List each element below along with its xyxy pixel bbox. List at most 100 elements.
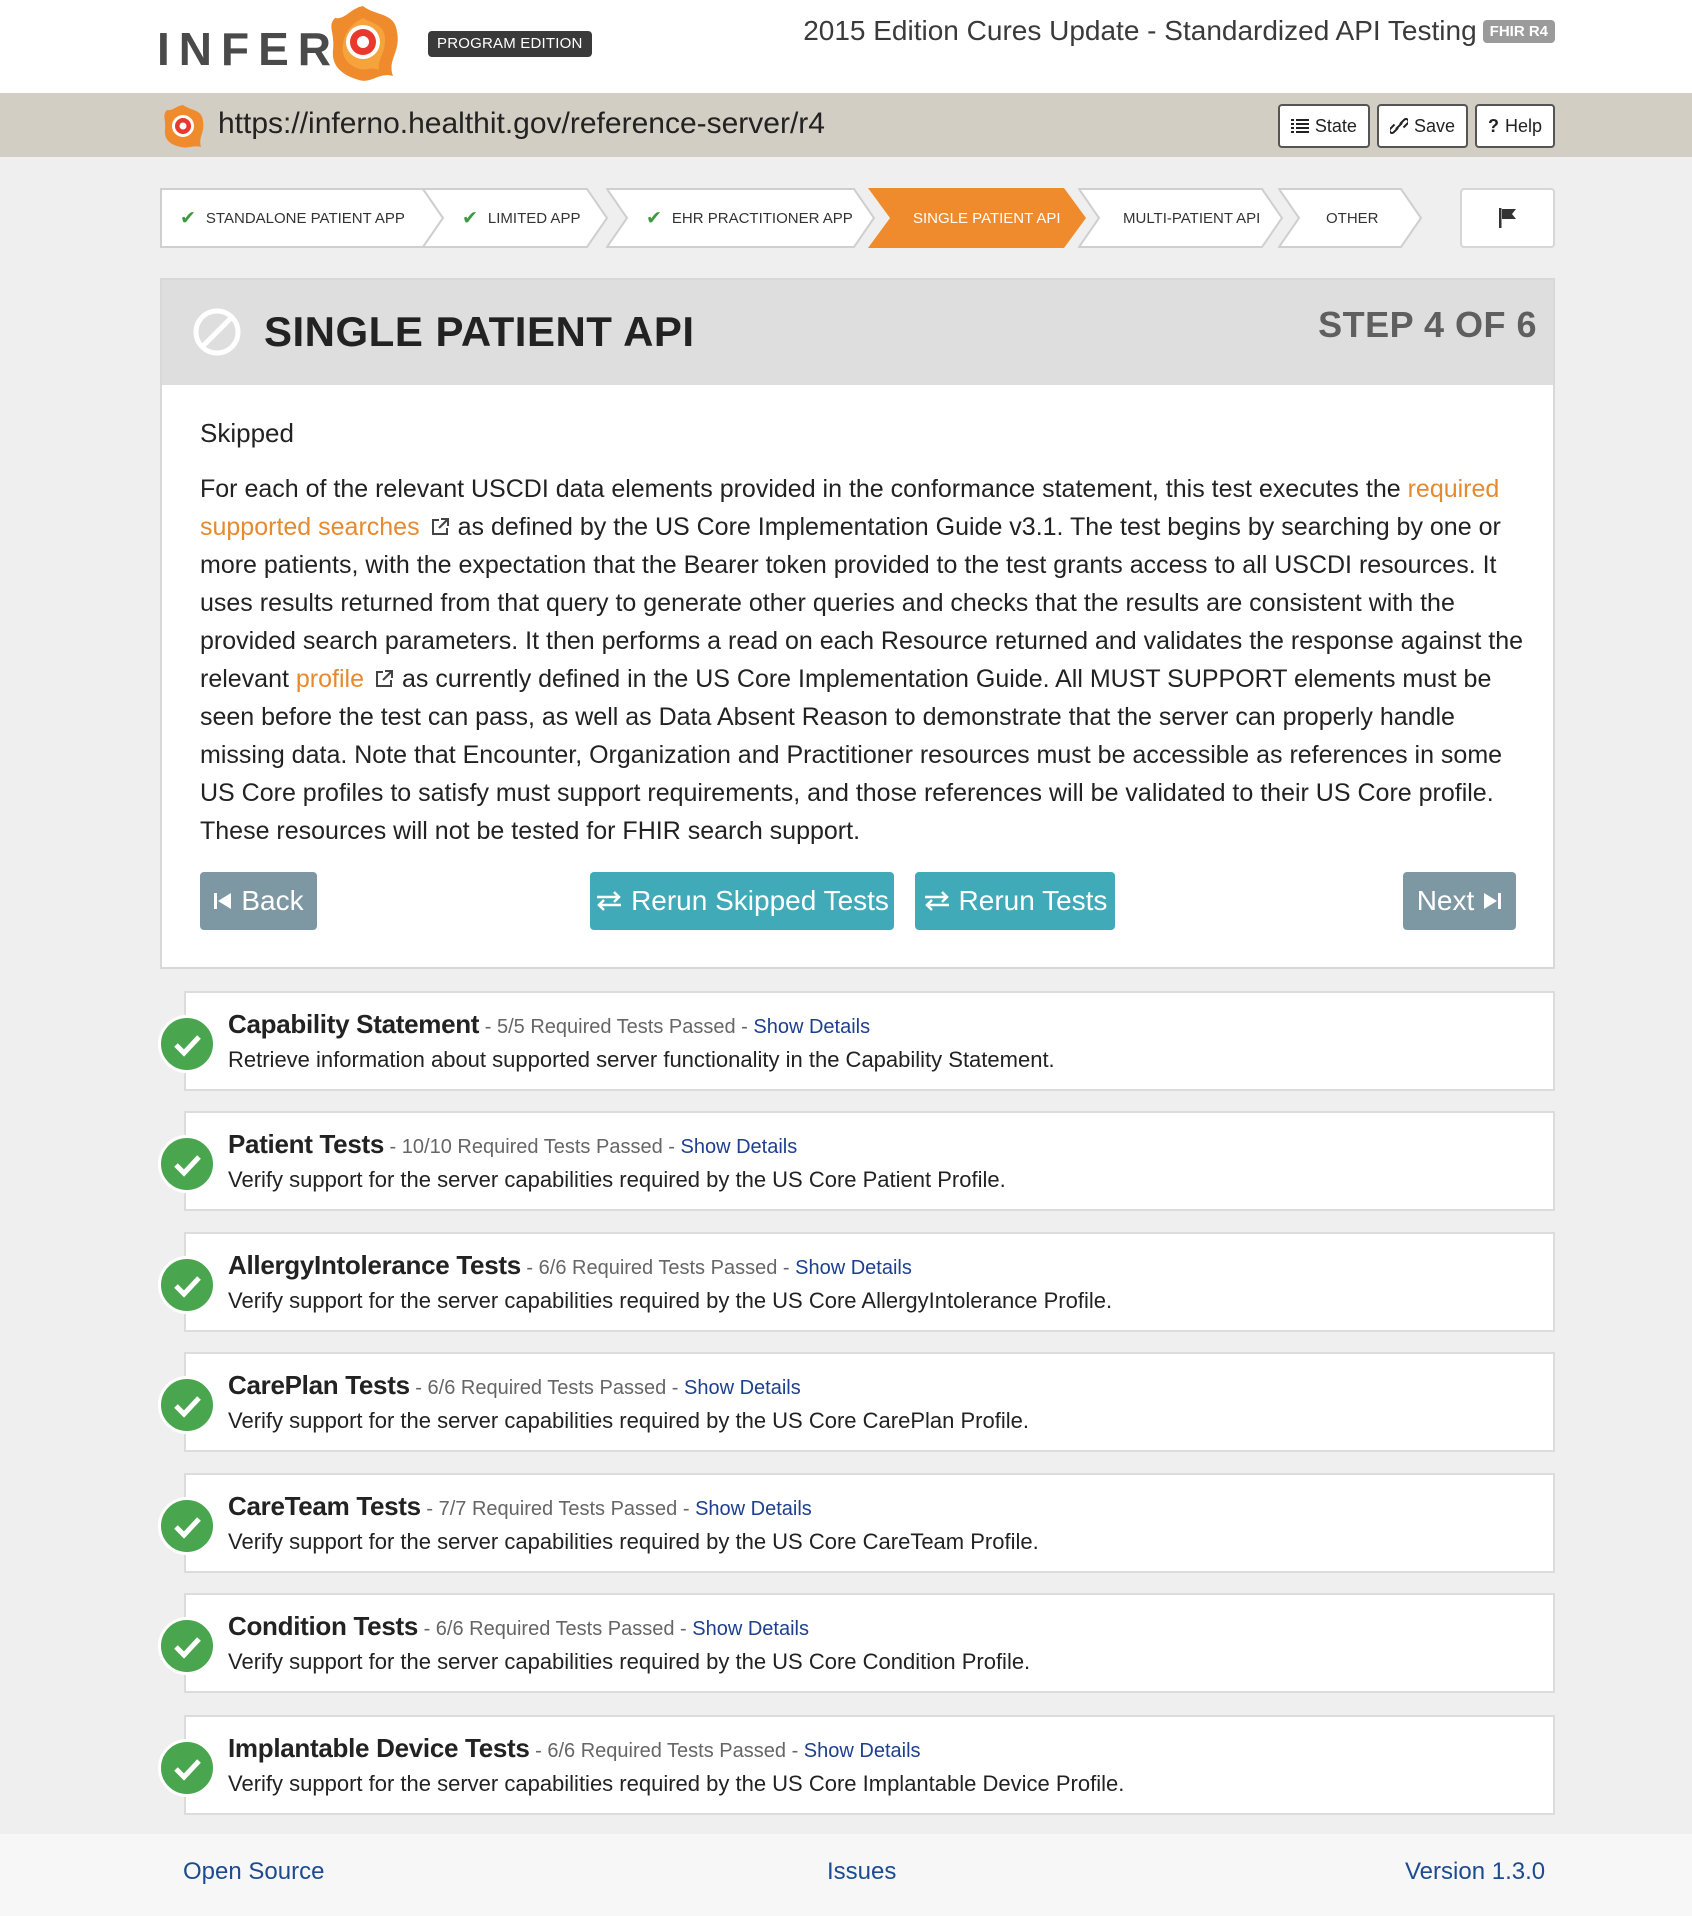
separator: - <box>520 1257 539 1279</box>
step-multi-patient-api[interactable]: MULTI-PATIENT API <box>1078 188 1284 248</box>
list-icon <box>1290 119 1309 133</box>
passed-check-icon <box>158 1617 216 1675</box>
show-details-link[interactable]: Show Details <box>692 1618 809 1640</box>
separator: - <box>735 1016 754 1038</box>
group-title: CareTeam Tests <box>228 1491 421 1521</box>
step-indicator: STEP 4 OF 6 <box>1318 304 1537 345</box>
step-label: SINGLE PATIENT API <box>913 209 1061 227</box>
profile-link[interactable]: profile <box>296 665 364 693</box>
group-pass-count: 6/6 Required Tests Passed <box>435 1618 675 1640</box>
rerun-tests-label: Rerun Tests <box>958 885 1108 916</box>
separator: - <box>674 1618 693 1640</box>
sequence-status: Skipped <box>200 418 294 448</box>
step-label: MULTI-PATIENT API <box>1123 209 1261 227</box>
program-edition-badge: PROGRAM EDITION <box>428 31 592 57</box>
group-description: Verify support for the server capabiliti… <box>228 1167 1006 1192</box>
show-details-link[interactable]: Show Details <box>753 1016 870 1038</box>
rerun-tests-button[interactable]: Rerun Tests <box>915 872 1115 930</box>
panel-header: SINGLE PATIENT API STEP 4 OF 6 <box>162 280 1553 385</box>
check-icon: ✔ <box>462 207 478 229</box>
separator: - <box>529 1740 548 1762</box>
passed-check-icon <box>158 1739 216 1797</box>
group-title: Patient Tests <box>228 1129 384 1159</box>
step-single-patient-api[interactable]: SINGLE PATIENT API <box>868 188 1086 248</box>
inferno-server-icon <box>164 105 204 148</box>
passed-check-icon <box>158 1376 216 1434</box>
back-button-label: Back <box>241 885 304 916</box>
show-details-link[interactable]: Show Details <box>684 1377 801 1399</box>
rerun-skipped-label: Rerun Skipped Tests <box>631 885 889 916</box>
group-title: Capability Statement <box>228 1009 480 1039</box>
skip-forward-icon <box>1484 893 1502 909</box>
app-header: INFERN PROGRAM EDITION 2015 Edition Cure… <box>0 0 1692 93</box>
separator: - <box>420 1498 439 1520</box>
group-pass-count: 10/10 Required Tests Passed <box>401 1136 663 1158</box>
version-link[interactable]: Version 1.3.0 <box>1405 1858 1545 1886</box>
state-button[interactable]: State <box>1277 104 1370 148</box>
external-link-icon <box>375 670 393 687</box>
desc-text: as currently defined in the US Core Impl… <box>200 665 1503 845</box>
separator: - <box>479 1016 497 1038</box>
step-limited-app[interactable]: ✔ LIMITED APP <box>422 188 609 248</box>
check-icon: ✔ <box>180 207 196 229</box>
show-details-link[interactable]: Show Details <box>680 1136 797 1158</box>
separator: - <box>777 1257 796 1279</box>
issues-link[interactable]: Issues <box>827 1858 896 1886</box>
step-label: EHR PRACTITIONER APP <box>671 209 853 227</box>
question-icon: ? <box>1487 115 1499 136</box>
test-group-allergyintolerance: AllergyIntolerance Tests - 6/6 Required … <box>158 1232 1555 1332</box>
next-button[interactable]: Next <box>1403 872 1516 930</box>
save-button-label: Save <box>1413 115 1455 136</box>
test-group-implantable-device: Implantable Device Tests - 6/6 Required … <box>158 1715 1555 1815</box>
app-title: 2015 Edition Cures Update - Standardized… <box>803 15 1555 47</box>
page-footer: Open Source Issues Version 1.3.0 <box>0 1834 1692 1916</box>
step-other[interactable]: OTHER <box>1278 188 1423 248</box>
separator: - <box>662 1136 681 1158</box>
page-title: SINGLE PATIENT API <box>264 308 695 355</box>
group-description: Verify support for the server capabiliti… <box>228 1649 1031 1674</box>
external-link-icon <box>431 518 449 535</box>
group-pass-count: 6/6 Required Tests Passed <box>547 1740 787 1762</box>
group-description: Verify support for the server capabiliti… <box>228 1408 1029 1433</box>
separator: - <box>666 1377 684 1399</box>
step-label: STANDALONE PATIENT APP <box>205 209 405 227</box>
separator: - <box>677 1498 696 1520</box>
report-flag-button[interactable] <box>1460 188 1555 248</box>
show-details-link[interactable]: Show Details <box>695 1498 812 1520</box>
open-source-link[interactable]: Open Source <box>183 1858 324 1886</box>
server-url: https://inferno.healthit.gov/reference-s… <box>218 107 825 140</box>
skipped-status-icon <box>193 308 241 356</box>
back-button[interactable]: Back <box>200 872 317 930</box>
inferno-flame-logo-icon <box>331 6 398 81</box>
step-standalone-patient-app[interactable]: ✔ STANDALONE PATIENT APP <box>160 188 445 248</box>
next-button-label: Next <box>1416 885 1475 916</box>
save-button[interactable]: Save <box>1376 104 1468 148</box>
test-group-careteam: CareTeam Tests - 7/7 Required Tests Pass… <box>158 1473 1555 1573</box>
step-ehr-practitioner-app[interactable]: ✔ EHR PRACTITIONER APP <box>606 188 876 248</box>
separator: - <box>409 1377 428 1399</box>
test-group-capability-statement: Capability Statement - 5/5 Required Test… <box>158 991 1555 1091</box>
server-url-bar: https://inferno.healthit.gov/reference-s… <box>0 93 1692 157</box>
link-icon <box>1389 118 1408 134</box>
repeat-icon <box>597 891 622 911</box>
group-description: Retrieve information about supported ser… <box>228 1047 1055 1072</box>
show-details-link[interactable]: Show Details <box>795 1257 912 1279</box>
group-description: Verify support for the server capabiliti… <box>228 1288 1113 1313</box>
group-title: Condition Tests <box>228 1611 419 1641</box>
skip-back-icon <box>214 893 232 909</box>
group-title: AllergyIntolerance Tests <box>228 1250 521 1280</box>
step-label: OTHER <box>1326 209 1379 227</box>
separator: - <box>384 1136 402 1158</box>
test-group-careplan: CarePlan Tests - 6/6 Required Tests Pass… <box>158 1352 1555 1452</box>
group-pass-count: 6/6 Required Tests Passed <box>538 1257 778 1279</box>
app-title-text: 2015 Edition Cures Update - Standardized… <box>803 15 1477 46</box>
sequence-description: For each of the relevant USCDI data elem… <box>200 470 1530 850</box>
help-button[interactable]: ? Help <box>1474 104 1555 148</box>
rerun-skipped-tests-button[interactable]: Rerun Skipped Tests <box>590 872 894 930</box>
group-pass-count: 6/6 Required Tests Passed <box>427 1377 667 1399</box>
group-description: Verify support for the server capabiliti… <box>228 1529 1039 1554</box>
separator: - <box>786 1740 804 1762</box>
repeat-icon <box>924 891 949 911</box>
show-details-link[interactable]: Show Details <box>804 1740 921 1762</box>
separator: - <box>418 1618 436 1640</box>
